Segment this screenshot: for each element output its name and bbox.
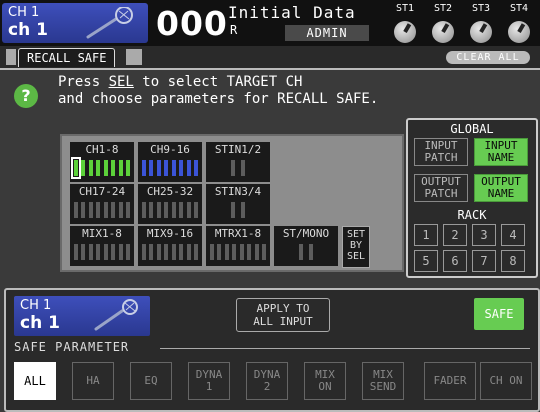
tab-scroll-left[interactable] <box>6 49 16 65</box>
output-patch-button[interactable]: OUTPUT PATCH <box>414 174 468 202</box>
channel-strip-indicators <box>74 202 130 218</box>
channel-strip-indicators <box>210 160 266 176</box>
st2-label: ST2 <box>433 3 453 14</box>
user-name[interactable]: ADMIN <box>285 25 369 41</box>
tab-scroll-right[interactable] <box>126 49 142 65</box>
channel-group-st-mono[interactable]: ST/MONO <box>274 226 338 266</box>
channel-group-mix9-16[interactable]: MIX9-16 <box>138 226 202 266</box>
param-eq-button[interactable]: EQ <box>130 362 172 400</box>
channel-group-ch9-16[interactable]: CH9-16 <box>138 142 202 182</box>
tab-recall-safe[interactable]: RECALL SAFE <box>18 48 116 67</box>
channel-group-ch1-8[interactable]: CH1-8 <box>70 142 134 182</box>
channel-group-ch17-24[interactable]: CH17-24 <box>70 184 134 224</box>
output-name-button[interactable]: OUTPUT NAME <box>474 174 528 202</box>
channel-strip-indicators <box>71 157 130 179</box>
st4-knob-icon[interactable] <box>508 21 530 43</box>
function-access-header: CH 1 ch 1 000 Initial Data R ADMIN ST1 S… <box>0 0 540 46</box>
channel-strip-indicators <box>278 244 334 260</box>
target-channel-box[interactable]: CH 1 ch 1 <box>14 296 150 336</box>
st3-label: ST3 <box>471 3 491 14</box>
channel-strip-indicators <box>210 202 266 218</box>
channel-strip-indicators <box>142 202 198 218</box>
global-title: GLOBAL <box>450 122 494 136</box>
param-ha-button[interactable]: HA <box>72 362 114 400</box>
rack-title: RACK <box>457 208 487 222</box>
channel-strip-indicators <box>142 160 198 176</box>
rack-1-button[interactable]: 1 <box>414 224 438 246</box>
channel-group-panel: CH1-8 CH9-16 STIN1/2 CH17-24 CH25-32 STIN3/4 M… <box>60 134 404 272</box>
rack-3-button[interactable]: 3 <box>472 224 496 246</box>
selected-channel-box[interactable]: CH 1 ch 1 <box>2 3 148 43</box>
input-patch-button[interactable]: INPUT PATCH <box>414 138 468 166</box>
global-panel: GLOBAL INPUT PATCH INPUT NAME OUTPUT PATCH … <box>406 118 538 278</box>
channel-strip-indicators <box>74 244 130 260</box>
section-divider <box>160 348 530 349</box>
param-dyna-1-button[interactable]: DYNA 1 <box>188 362 230 400</box>
instruction-message: Press SEL to select TARGET CH and choose… <box>58 74 379 107</box>
rack-7-button[interactable]: 7 <box>472 250 496 272</box>
st2-knob-icon[interactable] <box>432 21 454 43</box>
read-only-flag: R <box>230 23 238 37</box>
rack-4-button[interactable]: 4 <box>501 224 525 246</box>
st1-knob-icon[interactable] <box>394 21 416 43</box>
scene-number[interactable]: 000 <box>156 4 228 43</box>
channel-group-stin1-2[interactable]: STIN1/2 <box>206 142 270 182</box>
recall-safe-screen: CH 1 ch 1 000 Initial Data R ADMIN ST1 S… <box>0 0 540 412</box>
safe-button[interactable]: SAFE <box>474 298 524 330</box>
target-channel-name: ch 1 <box>20 313 60 333</box>
microphone-icon <box>86 7 133 39</box>
channel-name: ch 1 <box>8 20 48 40</box>
target-channel-number: CH 1 <box>20 298 52 313</box>
tab-bar: RECALL SAFE CLEAR ALL <box>0 46 540 70</box>
st3-knob-icon[interactable] <box>470 21 492 43</box>
safe-parameter-panel: CH 1 ch 1 APPLY TO ALL INPUT SAFE SAFE PA… <box>4 288 540 412</box>
rack-2-button[interactable]: 2 <box>443 224 467 246</box>
channel-group-stin3-4[interactable]: STIN3/4 <box>206 184 270 224</box>
channel-group-mtrx1-8[interactable]: MTRX1-8 <box>206 226 270 266</box>
clear-all-button[interactable]: CLEAR ALL <box>446 51 530 64</box>
input-name-button[interactable]: INPUT NAME <box>474 138 528 166</box>
channel-strip-indicators <box>142 244 198 260</box>
scene-title: Initial Data <box>228 3 356 22</box>
help-icon: ? <box>14 84 38 108</box>
rack-5-button[interactable]: 5 <box>414 250 438 272</box>
param-dyna-2-button[interactable]: DYNA 2 <box>246 362 288 400</box>
param-all-button[interactable]: ALL <box>14 362 56 400</box>
channel-number: CH 1 <box>8 5 40 20</box>
channel-strip-indicators <box>210 244 266 260</box>
param-mix-on-button[interactable]: MIX ON <box>304 362 346 400</box>
channel-group-ch25-32[interactable]: CH25-32 <box>138 184 202 224</box>
microphone-icon <box>94 299 138 331</box>
apply-to-all-input-button[interactable]: APPLY TO ALL INPUT <box>236 298 330 332</box>
safe-parameter-label: SAFE PARAMETER <box>14 340 130 354</box>
channel-group-mix1-8[interactable]: MIX1-8 <box>70 226 134 266</box>
rack-8-button[interactable]: 8 <box>501 250 525 272</box>
st1-label: ST1 <box>395 3 415 14</box>
param-mix-send-button[interactable]: MIX SEND <box>362 362 404 400</box>
param-fader-button[interactable]: FADER <box>424 362 476 400</box>
st4-label: ST4 <box>509 3 529 14</box>
param-ch-on-button[interactable]: CH ON <box>480 362 532 400</box>
set-by-sel-button[interactable]: SET BY SEL <box>342 226 370 268</box>
rack-6-button[interactable]: 6 <box>443 250 467 272</box>
